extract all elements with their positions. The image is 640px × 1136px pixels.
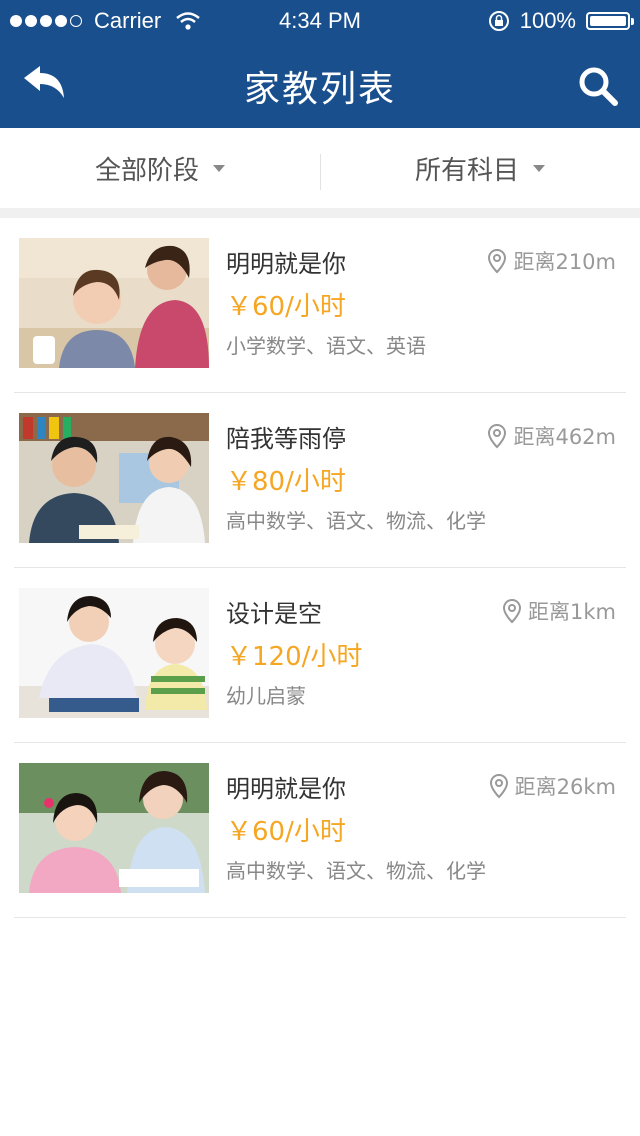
tutor-photo	[19, 588, 209, 718]
tutor-name: 明明就是你	[226, 250, 346, 278]
distance-label: 距离26km	[514, 775, 616, 799]
tutor-list-item[interactable]: 陪我等雨停 ￥80/小时 高中数学、语文、物流、化学 距离462m	[14, 393, 626, 568]
filter-divider	[320, 154, 321, 190]
battery-icon	[586, 12, 634, 30]
tutor-price: ￥120/小时	[226, 642, 363, 672]
distance-info: 距离26km	[489, 771, 616, 801]
distance-info: 距离210m	[487, 246, 616, 276]
distance-label: 距离210m	[513, 250, 616, 274]
subject-filter[interactable]: 所有科目	[320, 128, 640, 208]
distance-info: 距离462m	[487, 421, 616, 451]
tutor-subjects: 高中数学、语文、物流、化学	[226, 509, 486, 533]
tutor-subjects: 幼儿启蒙	[226, 684, 306, 708]
tutor-photo	[19, 413, 209, 543]
location-pin-icon	[489, 773, 508, 799]
nav-bar: 家教列表	[0, 40, 640, 128]
tutor-name: 设计是空	[226, 600, 322, 628]
tutor-subjects: 高中数学、语文、物流、化学	[226, 859, 486, 883]
location-pin-icon	[488, 423, 507, 449]
tutor-price: ￥60/小时	[226, 292, 346, 322]
stage-filter[interactable]: 全部阶段	[0, 128, 320, 208]
page-title: 家教列表	[243, 69, 396, 110]
location-pin-icon	[488, 248, 507, 274]
caret-down-icon	[533, 164, 545, 172]
status-bar: Carrier 4:34 PM 100%	[0, 0, 640, 40]
tutor-name: 明明就是你	[226, 775, 346, 803]
caret-down-icon	[213, 164, 225, 172]
distance-info: 距离1km	[502, 596, 616, 626]
tutor-price: ￥60/小时	[226, 817, 346, 847]
tutor-photo	[19, 238, 209, 368]
tutor-list-item[interactable]: 设计是空 ￥120/小时 幼儿启蒙 距离1km	[14, 568, 626, 743]
tutor-list-item[interactable]: 明明就是你 ￥60/小时 高中数学、语文、物流、化学 距离26km	[14, 743, 626, 918]
tutor-subjects: 小学数学、语文、英语	[226, 334, 426, 358]
subject-filter-label: 所有科目	[414, 155, 519, 186]
tutor-list: 明明就是你 ￥60/小时 小学数学、语文、英语 距离210m 陪我等雨停 ￥80…	[0, 218, 640, 918]
orientation-lock-icon	[488, 11, 509, 31]
battery-percent: 100%	[519, 8, 576, 33]
header-bar: Carrier 4:34 PM 100% 家教列表	[0, 0, 640, 128]
location-pin-icon	[503, 598, 522, 624]
tutor-price: ￥80/小时	[226, 467, 346, 497]
tutor-photo	[19, 763, 209, 893]
tutor-list-item[interactable]: 明明就是你 ￥60/小时 小学数学、语文、英语 距离210m	[14, 218, 626, 393]
section-gap	[0, 208, 640, 218]
search-icon[interactable]	[576, 64, 620, 108]
distance-label: 距离1km	[528, 600, 616, 624]
tutor-name: 陪我等雨停	[226, 425, 346, 453]
distance-label: 距离462m	[513, 425, 616, 449]
stage-filter-label: 全部阶段	[94, 155, 199, 186]
